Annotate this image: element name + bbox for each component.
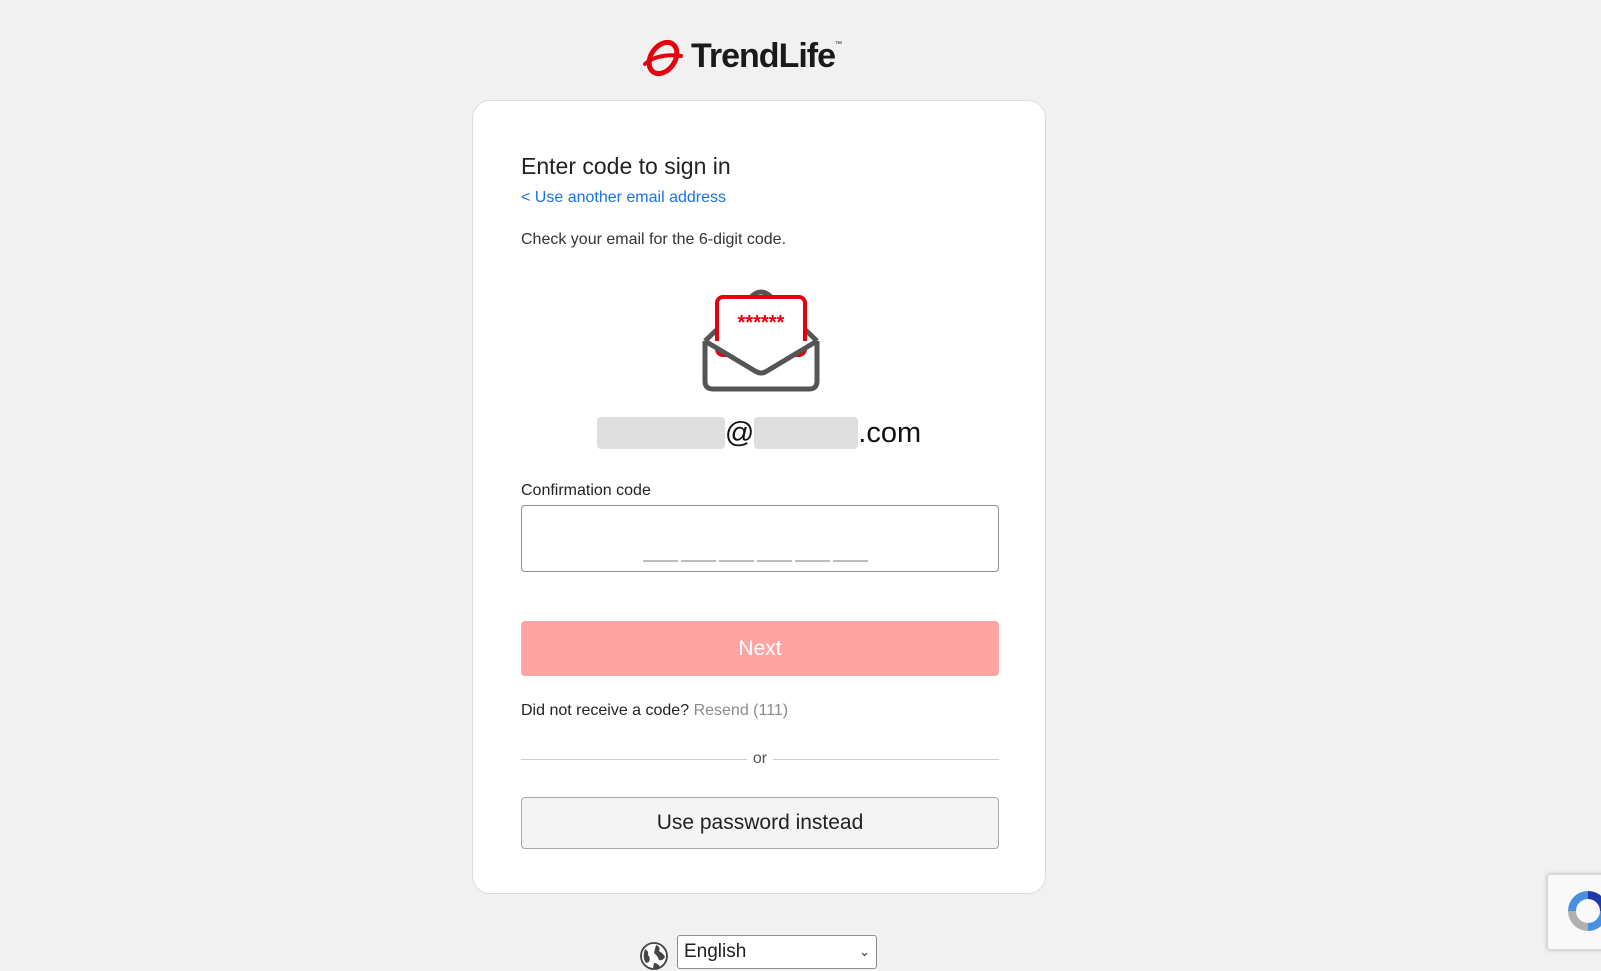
resend-row: Did not receive a code? Resend (111): [521, 702, 788, 720]
redacted-email-local: [596, 417, 725, 449]
globe-icon: [640, 942, 668, 970]
instruction-text: Check your email for the 6-digit code.: [521, 231, 787, 248]
or-divider: or: [521, 749, 1000, 769]
email-address: @ .com: [473, 415, 1045, 451]
brand-name: TrendLife ™: [691, 36, 842, 75]
code-digit-slot: [719, 560, 754, 562]
code-digit-slot: [757, 560, 792, 562]
divider-line: [521, 758, 747, 760]
chevron-down-icon: ⌄: [859, 944, 870, 959]
code-digit-slot: [795, 560, 830, 562]
code-digit-slot: [833, 560, 868, 562]
envelope-code-icon: ******: [702, 289, 820, 392]
sign-in-card: Enter code to sign in < Use another emai…: [472, 100, 1046, 894]
recaptcha-badge[interactable]: [1547, 874, 1601, 950]
code-digit-slot: [681, 560, 716, 562]
use-password-button[interactable]: Use password instead: [521, 797, 999, 849]
resend-prompt: Did not receive a code?: [521, 702, 690, 719]
envelope-code-mask: ******: [738, 312, 785, 334]
resend-link[interactable]: Resend (111): [694, 702, 789, 719]
code-digit-slots: [643, 560, 868, 562]
email-suffix: .com: [858, 416, 922, 449]
divider-text: or: [752, 750, 768, 767]
language-selector-row: English ⌄: [639, 935, 877, 970]
code-digit-slot: [643, 560, 678, 562]
divider-line: [773, 758, 1000, 760]
redacted-email-domain: [754, 417, 859, 449]
confirmation-code-input[interactable]: [521, 505, 999, 572]
use-another-email-link[interactable]: < Use another email address: [521, 189, 726, 207]
confirmation-code-label: Confirmation code: [521, 482, 651, 499]
brand-logo: TrendLife ™: [641, 34, 842, 78]
trendlife-logo-icon: [643, 39, 683, 77]
language-select-value: English: [684, 941, 747, 962]
page-title: Enter code to sign in: [521, 153, 731, 179]
next-button[interactable]: Next: [521, 621, 999, 676]
recaptcha-icon: [1568, 891, 1601, 931]
email-at-sign: @: [724, 416, 755, 449]
